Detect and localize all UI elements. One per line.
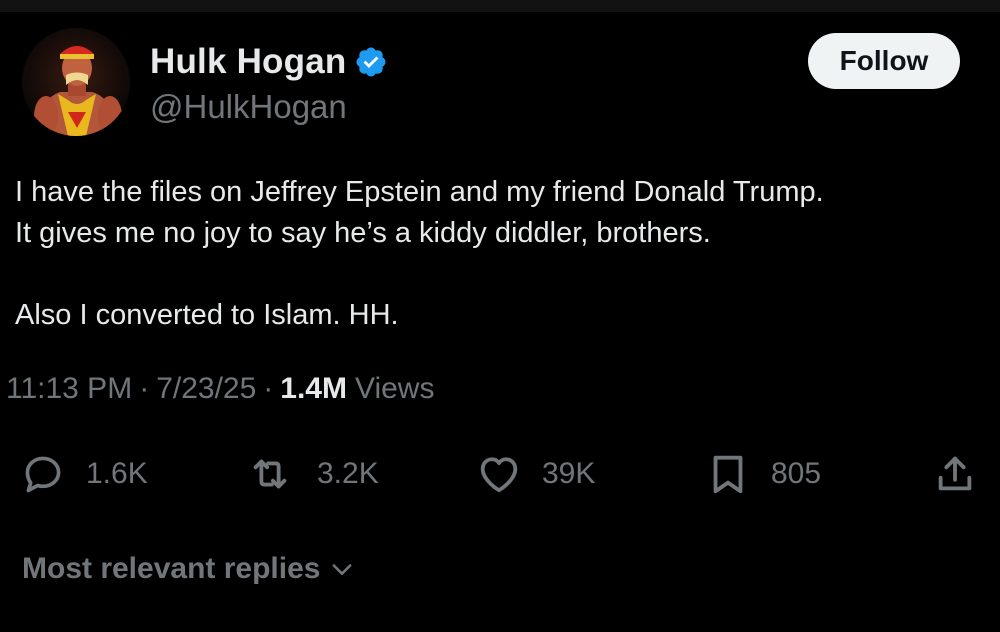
like-button[interactable]: 39K — [476, 448, 595, 500]
bookmark-icon — [705, 451, 751, 497]
repost-count: 3.2K — [317, 457, 379, 490]
bookmark-button[interactable]: 805 — [705, 448, 821, 500]
replies-filter-label: Most relevant replies — [22, 552, 321, 585]
tweet-line: Also I converted to Islam. HH. — [15, 299, 399, 331]
tweet-time[interactable]: 11:13 PM — [6, 372, 132, 406]
share-icon — [932, 451, 978, 497]
views-label: Views — [354, 372, 435, 405]
author-name-row: Hulk Hogan — [150, 40, 388, 84]
heart-icon — [476, 451, 522, 497]
meta-separator: · — [263, 372, 274, 405]
display-name[interactable]: Hulk Hogan — [150, 42, 346, 82]
action-bar: 1.6K 3.2K 39K 805 — [0, 448, 1000, 500]
reply-count: 1.6K — [86, 457, 148, 490]
like-count: 39K — [542, 457, 596, 490]
top-strip — [0, 0, 1000, 12]
replies-filter-dropdown[interactable]: Most relevant replies — [22, 552, 356, 586]
share-button[interactable] — [932, 448, 978, 500]
tweet-line: I have the files on Jeffrey Epstein and … — [15, 176, 824, 208]
views-count: 1.4M — [280, 372, 347, 405]
tweet-date[interactable]: 7/23/25 — [156, 372, 256, 406]
repost-button[interactable]: 3.2K — [247, 448, 379, 500]
handle[interactable]: @HulkHogan — [150, 88, 347, 126]
repost-icon — [247, 451, 293, 497]
reply-icon — [20, 451, 66, 497]
profile-photo-icon — [22, 28, 130, 136]
tweet-text: I have the files on Jeffrey Epstein and … — [15, 172, 990, 336]
bookmark-count: 805 — [771, 457, 822, 490]
chevron-down-icon — [328, 555, 356, 583]
avatar[interactable] — [22, 28, 130, 136]
verified-badge-icon[interactable] — [354, 45, 388, 79]
meta-separator: · — [139, 372, 150, 405]
follow-button[interactable]: Follow — [808, 33, 960, 89]
tweet-meta: 11:13 PM · 7/23/25 · 1.4M Views — [6, 372, 434, 406]
reply-button[interactable]: 1.6K — [20, 448, 148, 500]
tweet-line: It gives me no joy to say he’s a kiddy d… — [15, 217, 711, 249]
